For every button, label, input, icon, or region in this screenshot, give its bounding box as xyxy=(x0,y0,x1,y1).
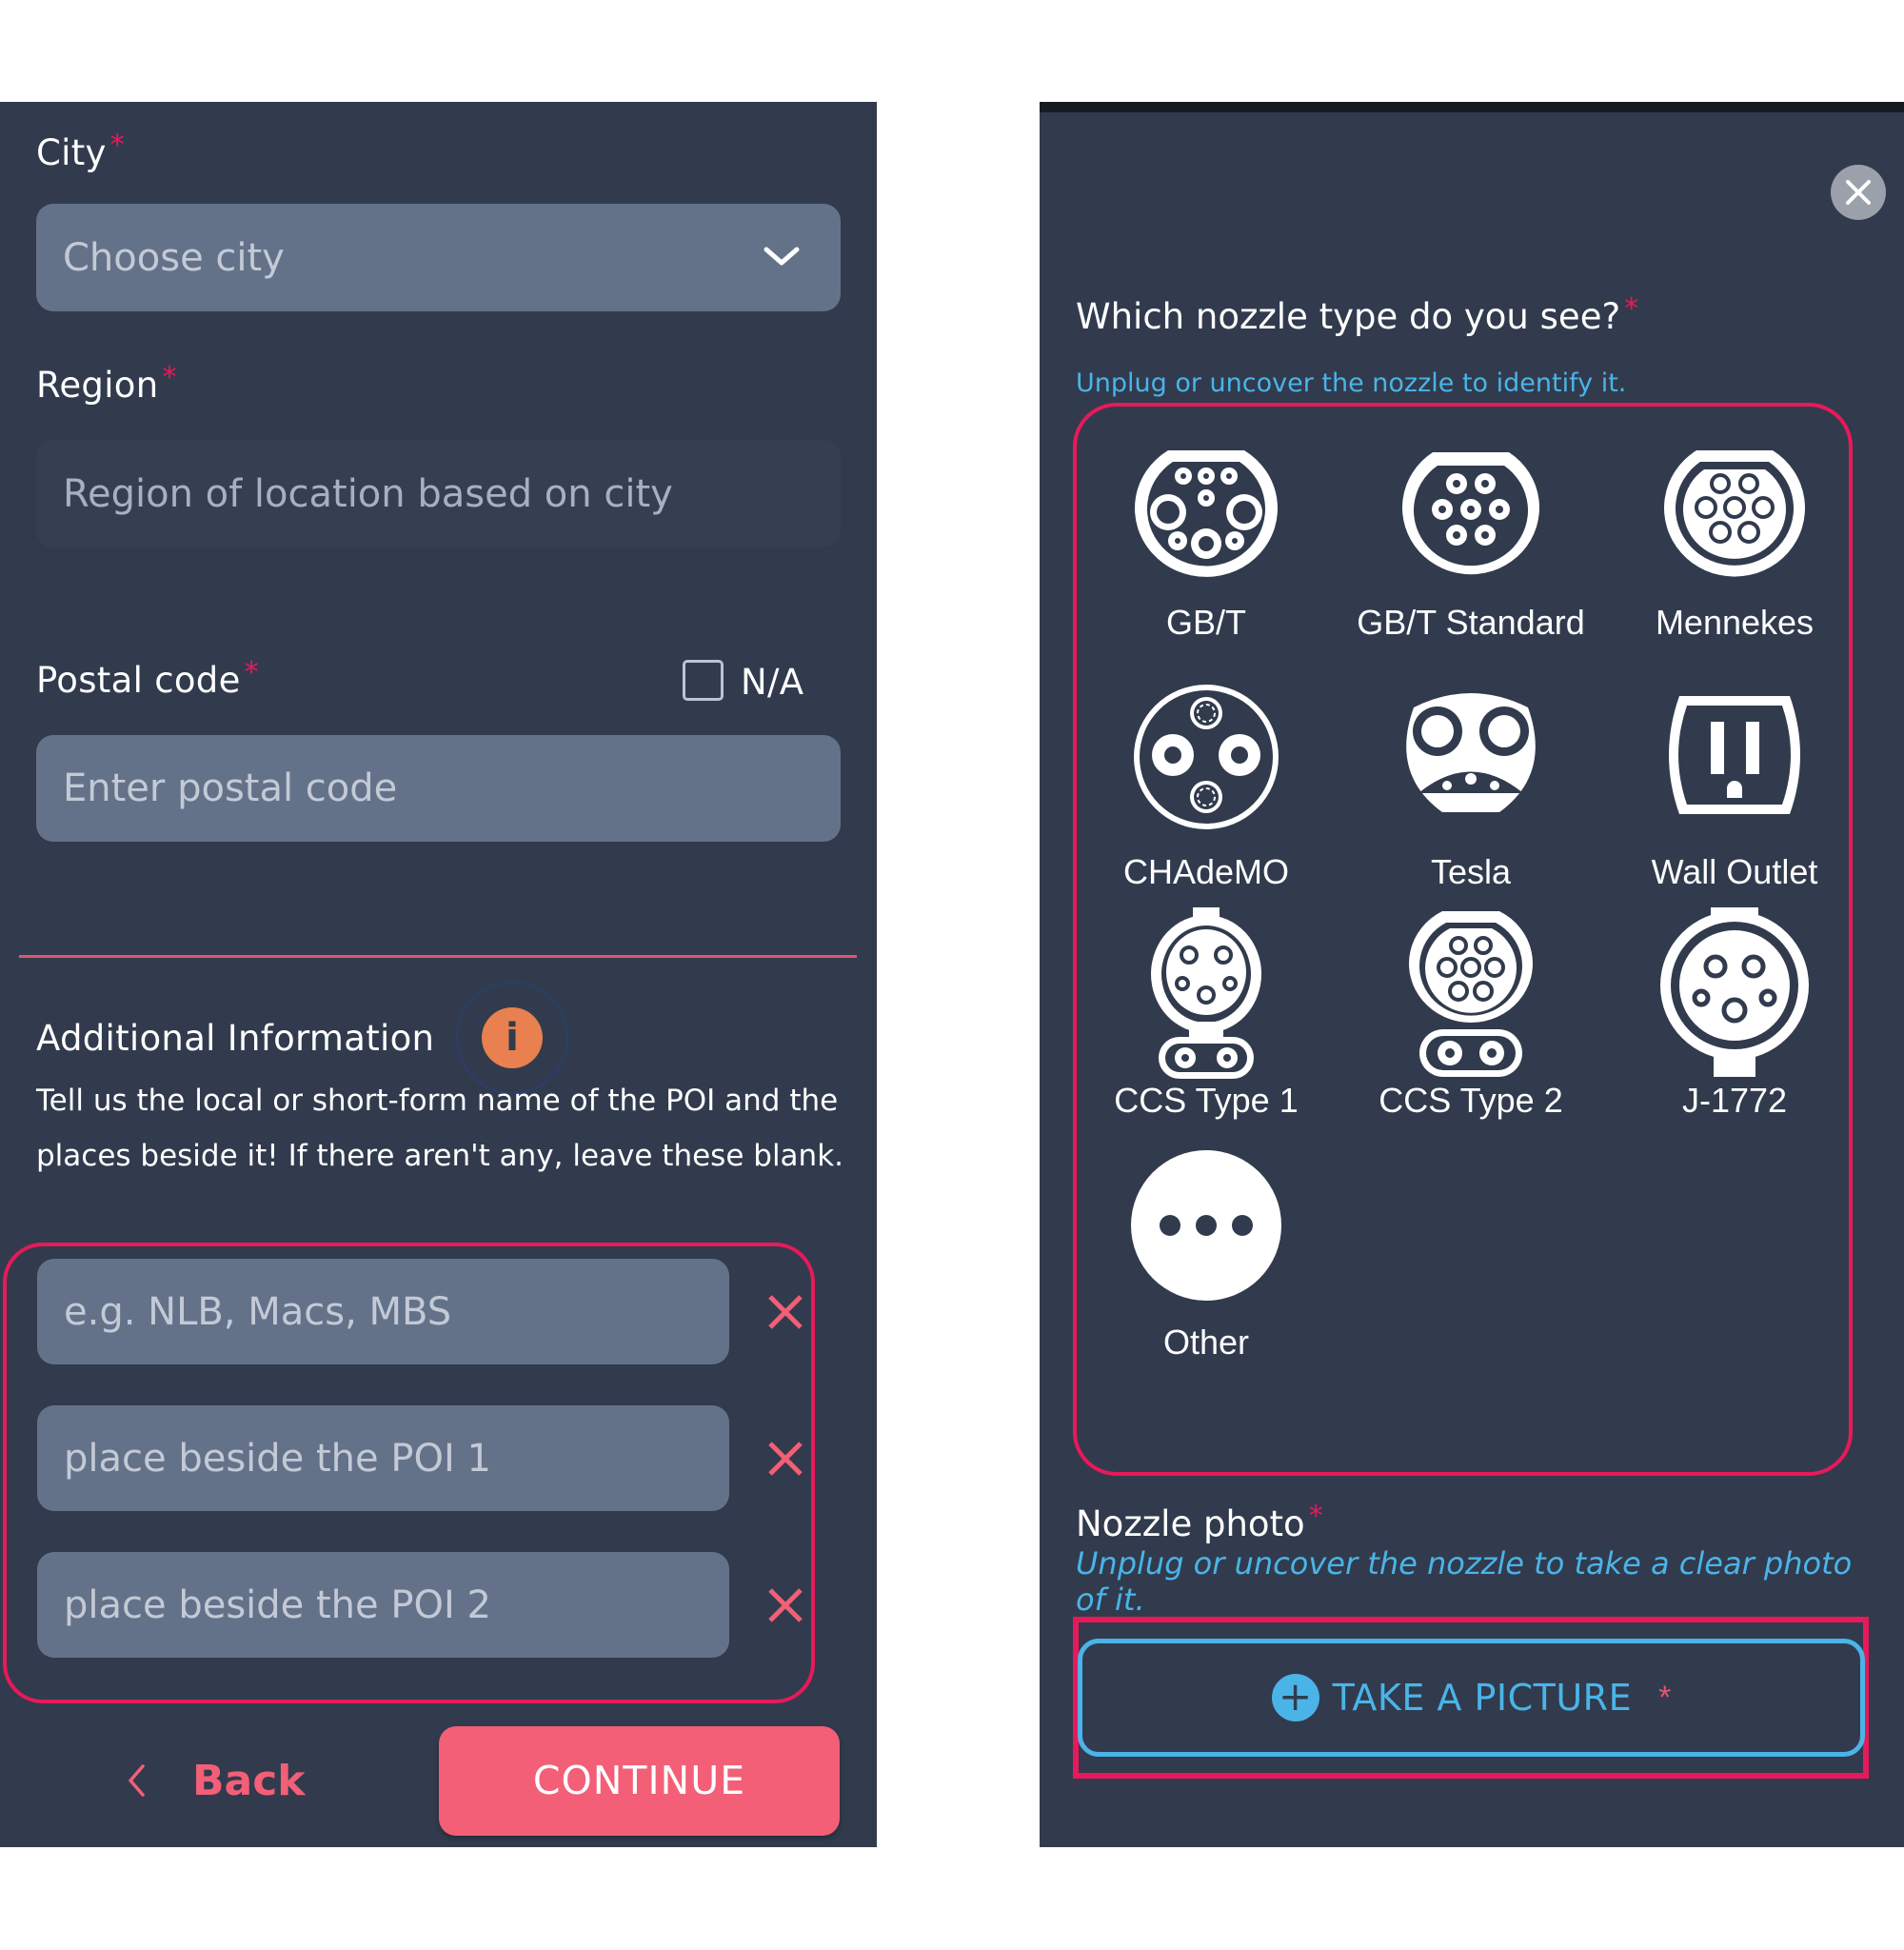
clear-icon[interactable] xyxy=(764,1584,806,1626)
back-button[interactable]: Back xyxy=(126,1752,306,1809)
close-icon xyxy=(1846,180,1871,205)
gbt-standard-plug-icon xyxy=(1402,452,1539,575)
continue-button[interactable]: CONTINUE xyxy=(439,1726,840,1836)
ccs-type1-plug-icon xyxy=(1151,907,1261,1079)
ccs-type2-plug-icon xyxy=(1409,911,1533,1077)
postal-code-label: Postal code * xyxy=(36,656,259,701)
nozzle-photo-label-text: Nozzle photo xyxy=(1076,1503,1305,1544)
clear-icon[interactable] xyxy=(764,1438,806,1480)
nozzle-option-ccs-type1[interactable]: CCS Type 1 xyxy=(1082,907,1330,1136)
nearby-place-1-placeholder: place beside the POI 1 xyxy=(64,1436,491,1481)
nozzle-hint: Unplug or uncover the nozzle to identify… xyxy=(1076,368,1627,398)
required-asterisk: * xyxy=(1658,1679,1672,1716)
mennekes-plug-icon xyxy=(1664,450,1805,577)
chevron-left-icon xyxy=(129,1764,145,1797)
nozzle-label: CCS Type 2 xyxy=(1378,1081,1563,1120)
nozzle-label: GB/T Standard xyxy=(1357,603,1585,642)
chevron-down-icon xyxy=(764,247,800,266)
nozzle-option-ccs-type2[interactable]: CCS Type 2 xyxy=(1347,907,1595,1136)
nozzle-selection-panel: Which nozzle type do you see? * Unplug or… xyxy=(1040,102,1904,1847)
poi-short-name-placeholder: e.g. NLB, Macs, MBS xyxy=(64,1289,452,1334)
section-divider xyxy=(19,955,857,958)
additional-info-title: Additional Information xyxy=(36,1018,435,1059)
poi-short-name-input[interactable]: e.g. NLB, Macs, MBS xyxy=(37,1259,729,1364)
nozzle-option-gbt-standard[interactable]: GB/T Standard xyxy=(1347,441,1595,669)
required-asterisk: * xyxy=(162,361,177,394)
na-checkbox[interactable] xyxy=(683,660,724,701)
nozzle-label: GB/T xyxy=(1165,603,1246,642)
postal-code-input[interactable]: Enter postal code xyxy=(36,735,841,842)
required-asterisk: * xyxy=(1624,292,1639,326)
city-label: City * xyxy=(36,129,126,173)
nozzle-label: CCS Type 1 xyxy=(1114,1081,1299,1120)
clear-icon[interactable] xyxy=(764,1291,806,1333)
required-asterisk: * xyxy=(1308,1500,1323,1533)
nearby-place-2-input[interactable]: place beside the POI 2 xyxy=(37,1552,729,1658)
tesla-plug-icon xyxy=(1406,693,1536,812)
region-field: Region of location based on city xyxy=(36,440,841,547)
nearby-place-1-input[interactable]: place beside the POI 1 xyxy=(37,1405,729,1511)
region-label-text: Region xyxy=(36,365,159,406)
nozzle-option-wall-outlet[interactable]: Wall Outlet xyxy=(1611,679,1858,907)
more-dots-icon xyxy=(1131,1150,1281,1301)
city-label-text: City xyxy=(36,132,107,173)
back-label: Back xyxy=(192,1756,306,1805)
nozzle-option-tesla[interactable]: Tesla xyxy=(1347,679,1595,907)
take-picture-button[interactable]: + TAKE A PICTURE * xyxy=(1078,1639,1865,1757)
nearby-place-2-placeholder: place beside the POI 2 xyxy=(64,1582,491,1627)
nozzle-label: J-1772 xyxy=(1681,1081,1788,1120)
j1772-plug-icon xyxy=(1660,907,1809,1077)
nozzle-photo-hint: Unplug or uncover the nozzle to take a c… xyxy=(1076,1545,1853,1618)
postal-code-label-text: Postal code xyxy=(36,660,241,701)
nozzle-photo-label: Nozzle photo * xyxy=(1076,1500,1323,1544)
city-dropdown[interactable]: Choose city xyxy=(36,204,841,311)
postal-code-placeholder: Enter postal code xyxy=(63,766,398,810)
nozzle-option-j1772[interactable]: J-1772 xyxy=(1611,907,1858,1136)
nozzle-option-chademo[interactable]: CHAdeMO xyxy=(1082,679,1330,907)
close-button[interactable] xyxy=(1831,165,1886,220)
nozzle-option-mennekes[interactable]: Mennekes xyxy=(1611,441,1858,669)
region-label: Region * xyxy=(36,361,177,406)
plus-circle-icon: + xyxy=(1271,1674,1319,1721)
take-picture-label: TAKE A PICTURE xyxy=(1332,1677,1633,1719)
info-icon[interactable]: i xyxy=(482,1007,543,1068)
chademo-plug-icon xyxy=(1134,685,1279,829)
location-form-panel: City * Choose city Region * Region of loca… xyxy=(0,102,877,1847)
nozzle-label: CHAdeMO xyxy=(1122,852,1290,891)
required-asterisk: * xyxy=(244,656,259,689)
nozzle-label: Other xyxy=(1162,1323,1250,1362)
required-asterisk: * xyxy=(109,129,126,162)
na-label[interactable]: N/A xyxy=(741,662,803,703)
additional-info-description: Tell us the local or short-form name of … xyxy=(36,1084,844,1173)
nozzle-question-text: Which nozzle type do you see? xyxy=(1076,296,1621,337)
city-dropdown-placeholder: Choose city xyxy=(63,235,285,280)
nozzle-option-gbt[interactable]: GB/T xyxy=(1082,441,1330,669)
top-bar-strip xyxy=(1040,102,1904,112)
nozzle-label: Mennekes xyxy=(1655,603,1815,642)
nozzle-option-other[interactable]: Other xyxy=(1082,1149,1330,1378)
wall-outlet-icon xyxy=(1669,696,1800,814)
nozzle-question-title: Which nozzle type do you see? * xyxy=(1076,292,1638,337)
nozzle-label: Tesla xyxy=(1430,852,1512,891)
nozzle-label: Wall Outlet xyxy=(1651,852,1818,891)
region-field-placeholder: Region of location based on city xyxy=(63,471,673,516)
gbt-plug-icon xyxy=(1135,450,1278,577)
